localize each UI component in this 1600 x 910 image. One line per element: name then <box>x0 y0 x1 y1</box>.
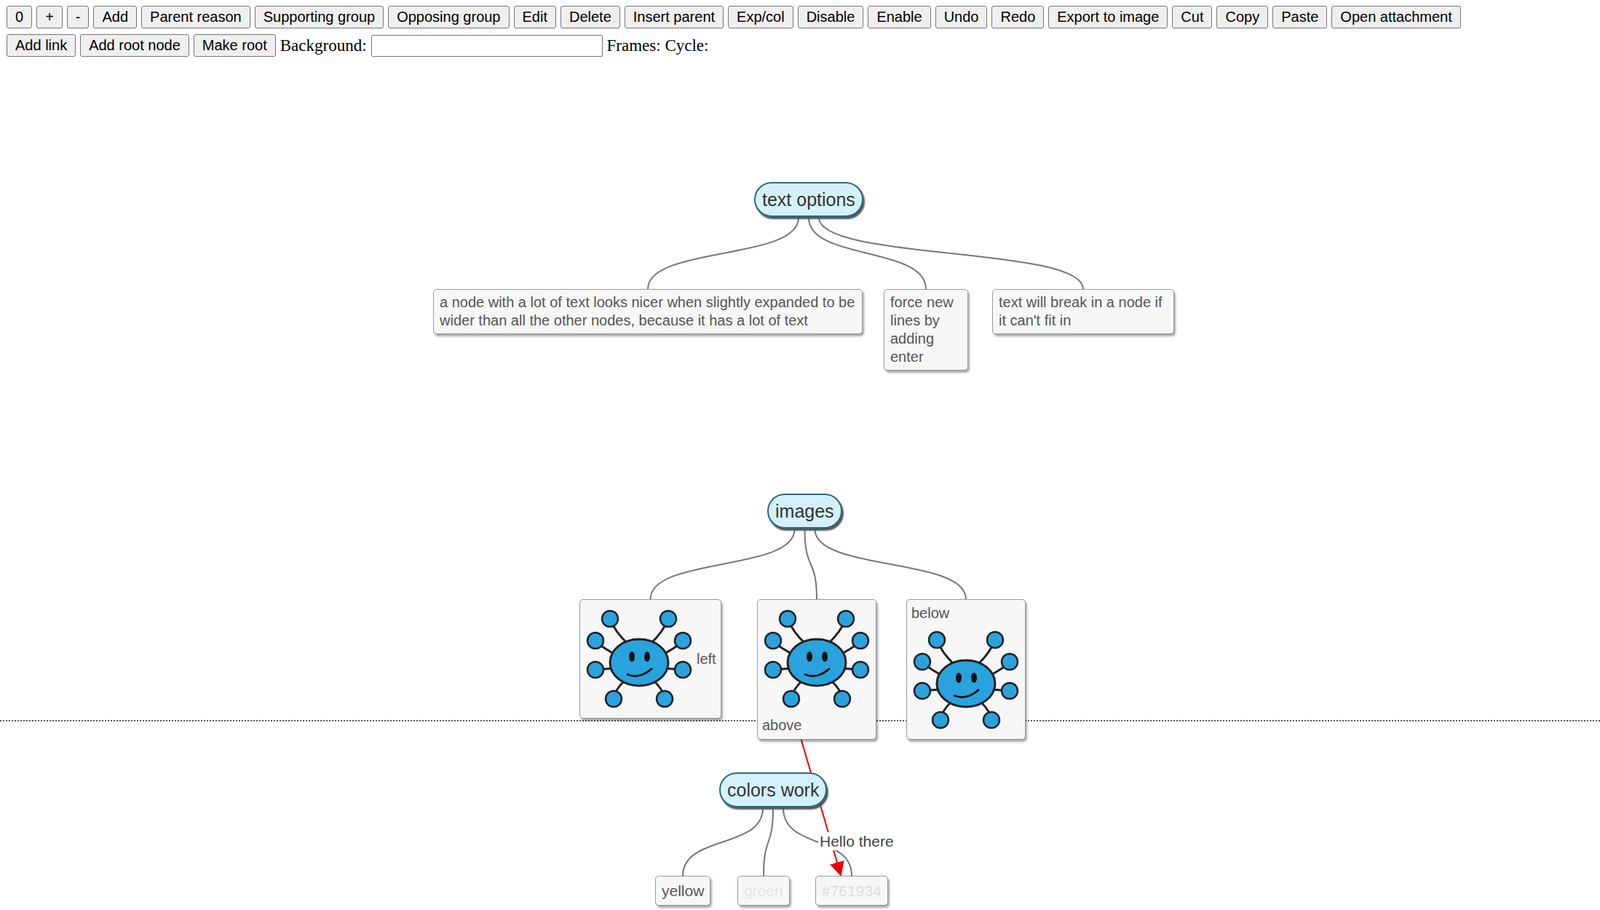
edge <box>805 529 818 600</box>
open-attachment-button[interactable]: Open attachment <box>1331 5 1461 29</box>
parent-reason-button[interactable]: Parent reason <box>141 5 251 29</box>
spider-icon <box>911 625 1021 735</box>
supporting-group-button[interactable]: Supporting group <box>254 5 384 29</box>
make-root-button[interactable]: Make root <box>193 34 276 57</box>
zoom-reset-button[interactable]: 0 <box>6 5 33 29</box>
color-node[interactable]: yellow <box>655 875 711 906</box>
edge <box>815 529 967 600</box>
cut-button[interactable]: Cut <box>1171 5 1213 29</box>
zoom-in-button[interactable]: + <box>36 5 63 29</box>
image-caption: left <box>696 650 717 669</box>
edit-button[interactable]: Edit <box>513 5 557 29</box>
image-node[interactable]: above <box>757 599 877 740</box>
image-caption: above <box>762 716 803 735</box>
opposing-group-button[interactable]: Opposing group <box>387 5 509 29</box>
export-to-image-button[interactable]: Export to image <box>1048 5 1168 29</box>
text-node[interactable]: a node with a lot of text looks nicer wh… <box>433 288 863 335</box>
delete-button[interactable]: Delete <box>560 5 621 29</box>
toolbar: 0+-AddParent reasonSupporting groupOppos… <box>0 0 1600 57</box>
edge <box>818 217 1084 289</box>
edge <box>647 217 799 289</box>
enable-button[interactable]: Enable <box>867 5 931 29</box>
frames-label: Frames: Cycle: <box>607 36 710 56</box>
undo-button[interactable]: Undo <box>935 5 988 29</box>
paste-button[interactable]: Paste <box>1272 5 1328 29</box>
add-link-button[interactable]: Add link <box>6 34 76 57</box>
image-caption: below <box>911 604 950 623</box>
root-node[interactable]: text options <box>754 181 864 217</box>
insert-parent-button[interactable]: Insert parent <box>624 5 724 29</box>
edge <box>650 529 795 600</box>
text-node[interactable]: text will break in a node if it can't fi… <box>992 288 1175 335</box>
toolbar-row: Add linkAdd root nodeMake rootBackground… <box>6 34 1600 57</box>
image-node[interactable]: left <box>579 599 722 719</box>
color-node[interactable]: green <box>737 875 790 906</box>
zoom-out-button[interactable]: - <box>66 5 90 29</box>
copy-button[interactable]: Copy <box>1216 5 1269 29</box>
spider-icon <box>762 604 872 714</box>
image-node[interactable]: below <box>906 599 1026 740</box>
background-label: Background: <box>280 36 367 56</box>
add-root-node-button[interactable]: Add root node <box>80 34 190 57</box>
color-label: green <box>743 882 784 899</box>
add-button[interactable]: Add <box>93 5 137 29</box>
color-label: #761934 <box>821 882 882 899</box>
link-arrow[interactable] <box>801 739 841 875</box>
redo-button[interactable]: Redo <box>991 5 1044 29</box>
disable-button[interactable]: Disable <box>797 5 865 29</box>
spider-icon <box>584 604 694 714</box>
edge <box>763 808 774 876</box>
toolbar-row: 0+-AddParent reasonSupporting groupOppos… <box>6 5 1600 29</box>
text-node[interactable]: force new lines by adding enter <box>883 288 969 371</box>
edge <box>682 808 763 876</box>
root-node[interactable]: images <box>767 493 843 529</box>
map-canvas[interactable]: text options a node with a lot of text lo… <box>0 0 1600 910</box>
background-input[interactable] <box>371 34 603 57</box>
link-label[interactable]: Hello there <box>818 832 896 851</box>
color-label: yellow <box>661 882 704 899</box>
color-node[interactable]: #761934 <box>815 875 889 906</box>
root-node[interactable]: colors work <box>719 772 827 808</box>
exp-col-button[interactable]: Exp/col <box>727 5 794 29</box>
